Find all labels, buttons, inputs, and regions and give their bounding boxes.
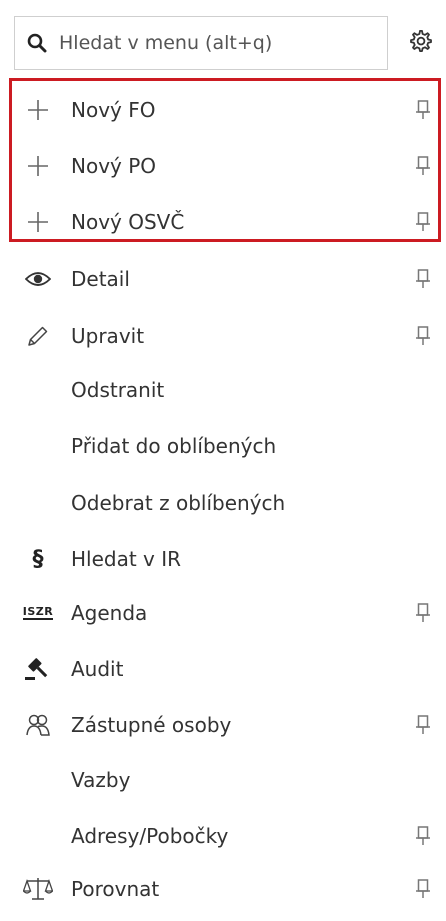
menu-item-label: Zástupné osoby [71, 713, 232, 737]
menu-item-label: Hledat v IR [71, 547, 182, 571]
menu-item-zastupne-osoby[interactable]: Zástupné osoby [0, 697, 446, 753]
menu-item-novy-osvc[interactable]: Nový OSVČ [0, 194, 446, 250]
menu-item-label: Nový FO [71, 98, 156, 122]
menu-item-novy-po[interactable]: Nový PO [0, 138, 446, 194]
plus-icon [20, 151, 56, 181]
menu-item-label: Audit [71, 657, 124, 681]
menu-item-hledat-v-ir[interactable]: § Hledat v IR [0, 531, 446, 587]
pin-icon[interactable] [414, 154, 432, 178]
menu-item-label: Porovnat [71, 877, 160, 901]
pin-icon[interactable] [414, 98, 432, 122]
section-sign-icon: § [32, 546, 44, 572]
pin-icon[interactable] [414, 713, 432, 737]
menu-item-label: Odebrat z oblíbených [71, 491, 286, 515]
balance-scale-icon [20, 874, 56, 904]
gear-icon [409, 29, 433, 57]
menu-item-label: Přidat do oblíbených [71, 434, 277, 458]
menu-item-audit[interactable]: Audit [0, 641, 446, 697]
plus-icon [20, 207, 56, 237]
people-icon [20, 710, 56, 740]
menu-item-adresy-pobocky[interactable]: Adresy/Pobočky [0, 808, 446, 864]
menu-item-label: Adresy/Pobočky [71, 824, 229, 848]
plus-icon [20, 95, 56, 125]
menu-item-label: Nový OSVČ [71, 210, 185, 234]
pin-icon[interactable] [414, 267, 432, 291]
menu-item-odstranit[interactable]: Odstranit [0, 362, 446, 418]
menu-item-label: Vazby [71, 768, 131, 792]
iszr-icon: ISZR [22, 605, 54, 620]
search-icon [15, 33, 59, 53]
search-box[interactable] [14, 16, 388, 70]
pin-icon[interactable] [414, 210, 432, 234]
menu-item-pridat-do-oblibenych[interactable]: Přidat do oblíbených [0, 418, 446, 474]
pin-icon[interactable] [414, 824, 432, 848]
menu-item-label: Detail [71, 267, 130, 291]
menu-item-novy-fo[interactable]: Nový FO [0, 82, 446, 138]
menu-item-upravit[interactable]: Upravit [0, 308, 446, 364]
pin-icon[interactable] [414, 877, 432, 901]
menu-item-label: Agenda [71, 601, 148, 625]
menu-item-label: Upravit [71, 324, 145, 348]
menu-item-label: Nový PO [71, 154, 157, 178]
menu-item-porovnat[interactable]: Porovnat [0, 861, 446, 917]
search-input[interactable] [59, 17, 387, 69]
menu-item-detail[interactable]: Detail [0, 251, 446, 307]
gavel-icon [20, 654, 56, 684]
menu-item-label: Odstranit [71, 378, 165, 402]
menu-item-odebrat-z-oblibenych[interactable]: Odebrat z oblíbených [0, 475, 446, 531]
pin-icon[interactable] [414, 601, 432, 625]
pin-icon[interactable] [414, 324, 432, 348]
settings-button[interactable] [406, 28, 436, 58]
menu-item-agenda[interactable]: ISZR Agenda [0, 585, 446, 641]
menu-item-vazby[interactable]: Vazby [0, 752, 446, 808]
eye-icon [20, 264, 56, 294]
pencil-icon [20, 321, 56, 351]
